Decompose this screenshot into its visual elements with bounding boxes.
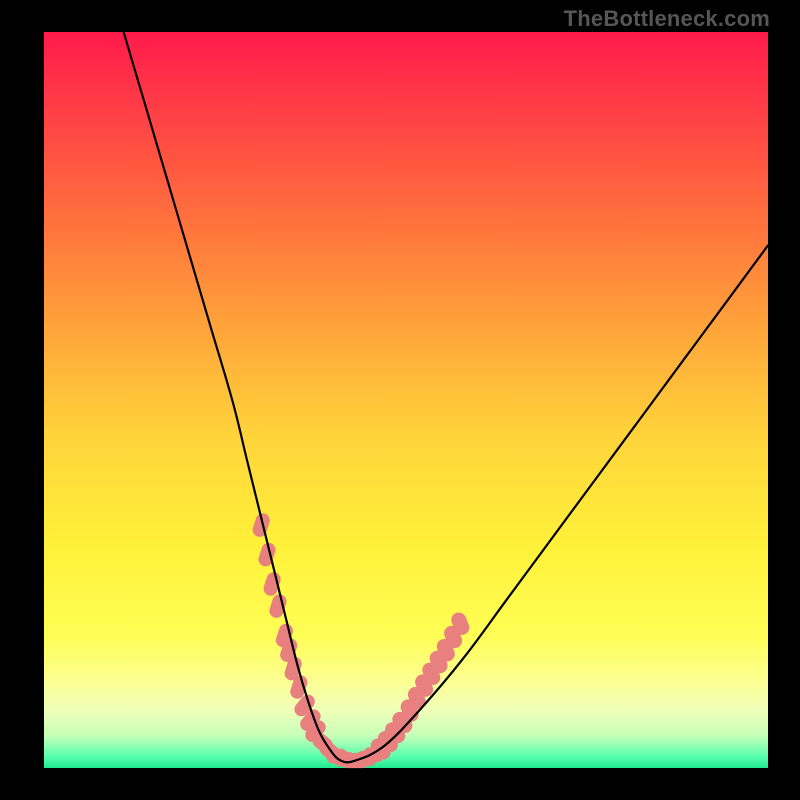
watermark-text: TheBottleneck.com (564, 6, 770, 32)
data-markers (251, 512, 472, 769)
chart-frame: TheBottleneck.com (0, 0, 800, 800)
plot-area (44, 32, 768, 768)
chart-canvas (44, 32, 768, 768)
